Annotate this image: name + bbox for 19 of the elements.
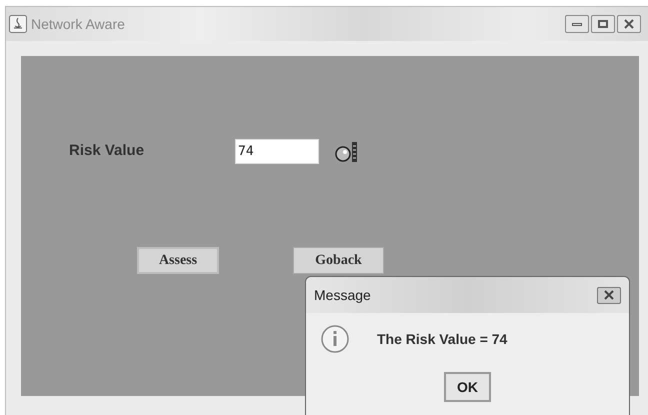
close-button[interactable] [617, 15, 641, 33]
dial-icon [335, 140, 359, 164]
dialog-title: Message [314, 286, 371, 305]
ok-button[interactable]: OK [444, 372, 491, 402]
maximize-button[interactable] [591, 15, 615, 33]
window-title: Network Aware [31, 14, 125, 34]
close-icon [623, 19, 635, 29]
message-text: The Risk Value = 74 [377, 330, 508, 348]
close-icon [603, 290, 615, 300]
goback-button[interactable]: Goback [293, 247, 384, 274]
close-button[interactable] [597, 286, 621, 304]
field-label: Risk Value [69, 141, 146, 162]
minimize-button[interactable] [565, 15, 589, 33]
maximize-icon [598, 20, 608, 28]
app-icon [9, 15, 27, 33]
input-field[interactable]: 74 [235, 139, 319, 164]
assess-button[interactable]: Assess [137, 247, 219, 274]
minimize-icon [572, 22, 582, 26]
info-icon [320, 324, 350, 354]
